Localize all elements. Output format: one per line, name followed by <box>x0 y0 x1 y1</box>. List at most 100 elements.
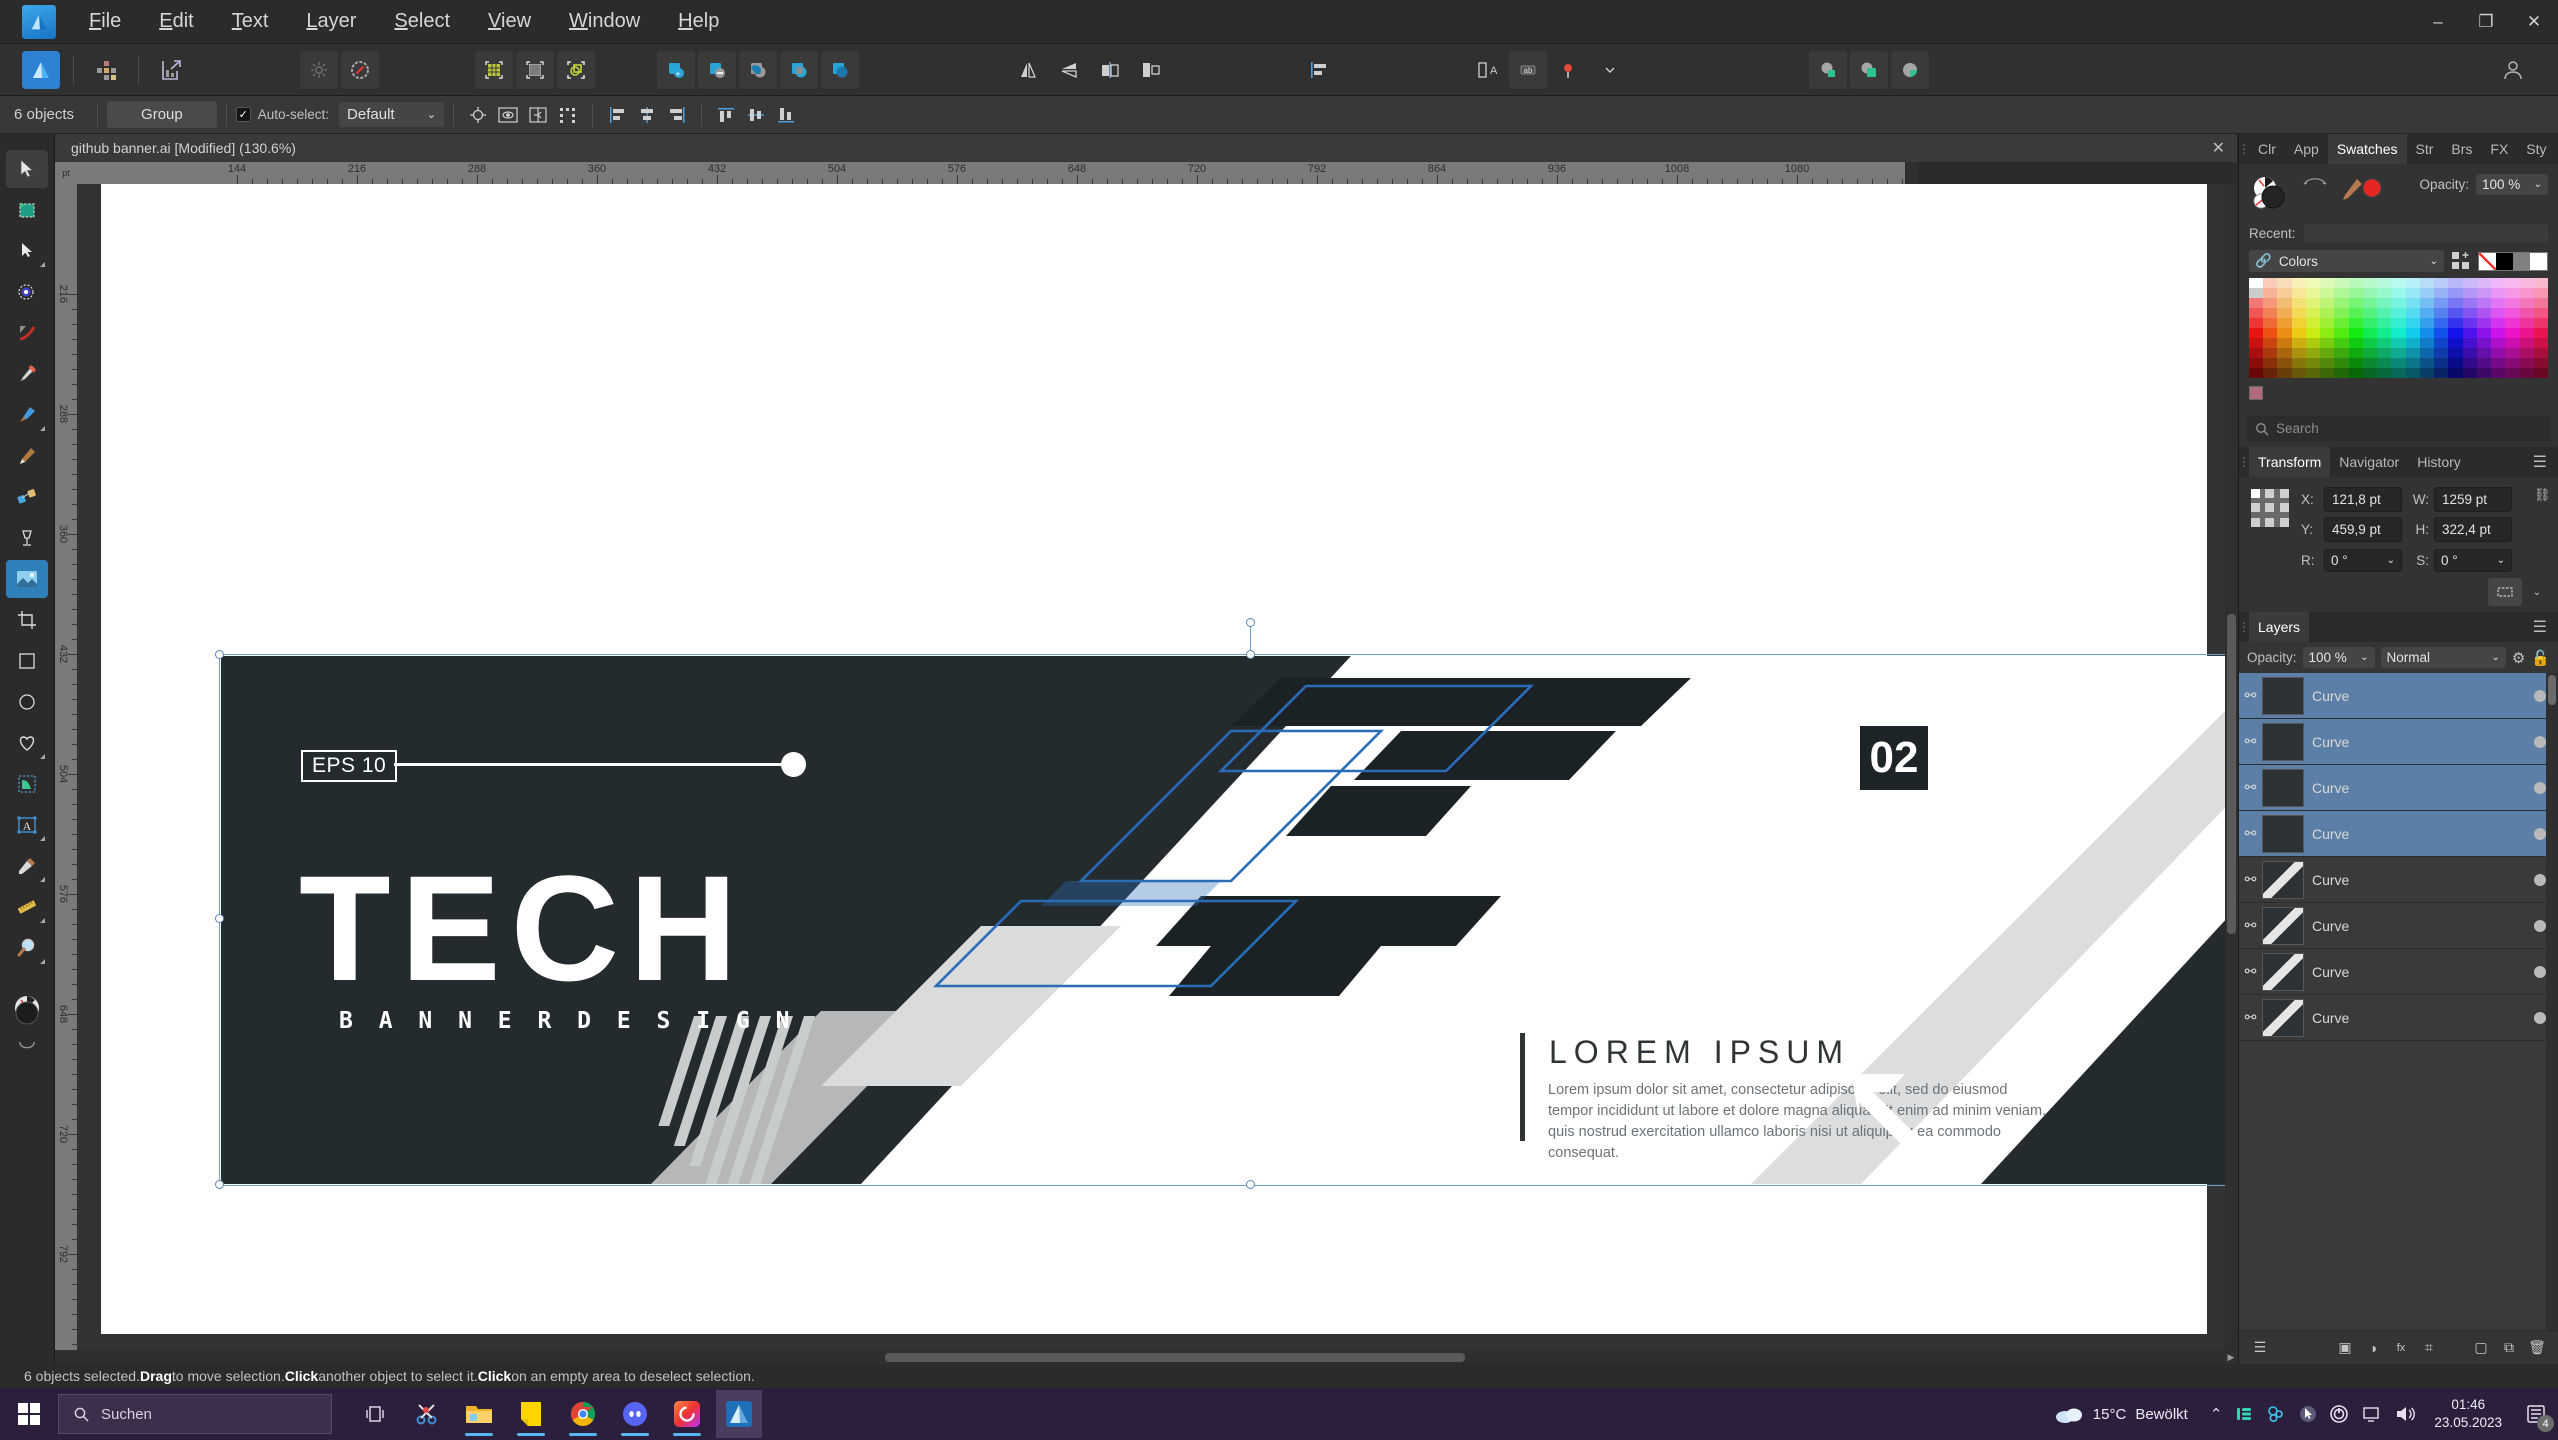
swatch[interactable] <box>2277 318 2292 328</box>
swatch[interactable] <box>2533 288 2548 298</box>
auto-select-checkbox[interactable]: ✓ <box>235 107 251 122</box>
swatch[interactable] <box>2362 338 2378 348</box>
transform-origin-icon[interactable] <box>463 101 493 129</box>
group-button[interactable]: Group <box>107 101 217 128</box>
swap-colors-icon[interactable] <box>6 1038 48 1054</box>
swatch[interactable] <box>2320 338 2335 348</box>
swatch[interactable] <box>2491 288 2506 298</box>
swatch[interactable] <box>2391 348 2406 358</box>
swatch[interactable] <box>2434 308 2449 318</box>
swatch[interactable] <box>2434 288 2449 298</box>
layer-link-icon[interactable]: ⚯ <box>2239 779 2262 796</box>
swatch[interactable] <box>2462 298 2477 308</box>
swatch[interactable] <box>2519 328 2534 338</box>
layer-row[interactable]: ⚯ Curve <box>2239 995 2558 1041</box>
swatch[interactable] <box>2434 358 2449 368</box>
pencil-tool[interactable] <box>6 437 48 475</box>
swatch[interactable] <box>2476 308 2492 318</box>
tab-swatches[interactable]: Swatches <box>2327 134 2407 164</box>
swatch[interactable] <box>2249 328 2264 338</box>
swatch[interactable] <box>2263 348 2278 358</box>
swatch[interactable] <box>2277 288 2292 298</box>
swatch[interactable] <box>2249 368 2264 378</box>
swatch[interactable] <box>2377 308 2392 318</box>
swatch[interactable] <box>2434 328 2449 338</box>
swatch[interactable] <box>2533 298 2548 308</box>
layer-row[interactable]: ⚯ Curve <box>2239 719 2558 765</box>
swatch[interactable] <box>2405 318 2420 328</box>
swatch[interactable] <box>2519 358 2534 368</box>
swatch[interactable] <box>2448 298 2463 308</box>
swatch[interactable] <box>2320 278 2335 288</box>
swatch[interactable] <box>2391 308 2406 318</box>
flip-horizontal-button[interactable] <box>1009 51 1047 89</box>
swatch[interactable] <box>2505 328 2520 338</box>
layer-row[interactable]: ⚯ Curve <box>2239 765 2558 811</box>
swatch[interactable] <box>2491 298 2506 308</box>
swatch[interactable] <box>2305 358 2321 368</box>
show-grid-button[interactable] <box>475 50 513 89</box>
horizontal-ruler[interactable]: 144 216 288 360 432 504 576 648 720 792 864 936 1008… <box>77 162 1905 184</box>
tab-layers[interactable]: Layers <box>2249 612 2310 642</box>
swatch[interactable] <box>2491 368 2506 378</box>
swatch[interactable] <box>2434 298 2449 308</box>
swatch[interactable] <box>2391 358 2406 368</box>
swatch[interactable] <box>2491 348 2506 358</box>
layer-visibility-toggle[interactable] <box>2534 873 2546 886</box>
swatch[interactable] <box>2448 318 2463 328</box>
swatch[interactable] <box>2462 338 2477 348</box>
swatch[interactable] <box>2249 288 2264 298</box>
vertical-ruler[interactable]: 216288360432504576648720792864 <box>55 184 77 1350</box>
affinity-designer-button[interactable] <box>716 1390 762 1438</box>
show-hidden-icons-button[interactable]: ⌃ <box>2210 1405 2223 1423</box>
swatch[interactable] <box>2305 288 2321 298</box>
transform-rotation-field[interactable]: 0 ° ⌄ <box>2324 549 2402 572</box>
swatch[interactable] <box>2533 358 2548 368</box>
palette-dropdown[interactable]: 🔗 Colors ⌄ <box>2249 250 2444 272</box>
swatch[interactable] <box>2448 338 2463 348</box>
swatch[interactable] <box>2405 338 2420 348</box>
swatch[interactable] <box>2291 298 2306 308</box>
creative-cloud-button[interactable] <box>664 1390 710 1438</box>
swatch[interactable] <box>2263 368 2278 378</box>
selection-handle-ml[interactable] <box>215 914 224 923</box>
grid-options-button[interactable] <box>516 50 554 89</box>
transform-menu-button[interactable]: ⌄ <box>2526 578 2548 606</box>
menu-file[interactable]: FFileile <box>70 4 140 39</box>
layers-hamburger-icon[interactable]: ☰ <box>2249 1337 2271 1359</box>
swatch[interactable] <box>2362 288 2378 298</box>
align-button[interactable] <box>1300 51 1338 89</box>
notepad-button[interactable] <box>508 1390 554 1438</box>
close-button[interactable]: ✕ <box>2510 0 2558 44</box>
vector-crop-tool[interactable] <box>6 765 48 803</box>
swatch[interactable] <box>2448 348 2463 358</box>
swatch[interactable] <box>2277 348 2292 358</box>
layer-link-icon[interactable]: ⚯ <box>2239 917 2262 934</box>
swatch[interactable] <box>2391 338 2406 348</box>
swatch[interactable] <box>2419 308 2435 318</box>
cursor-icon[interactable] <box>2299 1405 2317 1423</box>
swatch[interactable] <box>2505 348 2520 358</box>
tab-transform[interactable]: Transform <box>2249 447 2331 477</box>
ruler-unit-corner[interactable]: pt <box>55 162 77 184</box>
swatch[interactable] <box>2334 338 2349 348</box>
chrome-button[interactable] <box>560 1390 606 1438</box>
vertical-scrollbar[interactable] <box>2225 184 2238 1350</box>
swatch[interactable] <box>2419 328 2435 338</box>
swatch[interactable] <box>2277 338 2292 348</box>
swatch[interactable] <box>2419 278 2435 288</box>
measure-tool[interactable] <box>6 888 48 926</box>
onedrive-icon[interactable] <box>2266 1405 2286 1423</box>
rotate-left-button[interactable] <box>1091 51 1129 89</box>
pixel-persona-button[interactable] <box>87 51 125 89</box>
layer-row[interactable]: ⚯ Curve <box>2239 857 2558 903</box>
layer-visibility-toggle[interactable] <box>2534 919 2546 932</box>
tab-styles[interactable]: Sty <box>2517 134 2555 164</box>
mask-layer-button[interactable]: ▣ <box>2334 1337 2356 1359</box>
swatch[interactable] <box>2377 278 2392 288</box>
swatch[interactable] <box>2377 298 2392 308</box>
swatch[interactable] <box>2476 298 2492 308</box>
notification-center-button[interactable]: 4 <box>2514 1388 2558 1440</box>
swatch[interactable] <box>2320 298 2335 308</box>
designer-persona-button[interactable] <box>22 50 60 89</box>
